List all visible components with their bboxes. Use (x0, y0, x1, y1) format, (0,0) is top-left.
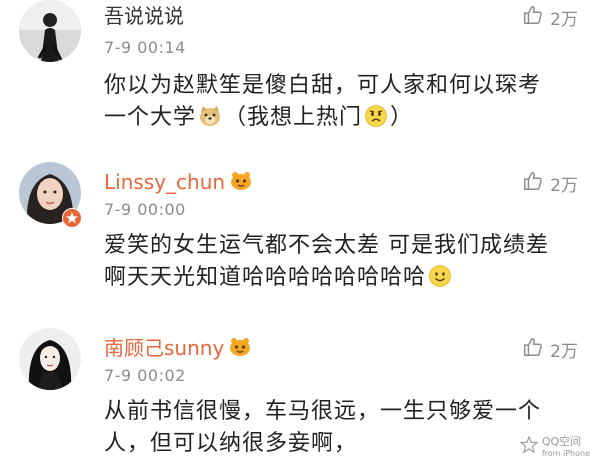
member-crown-icon (229, 171, 253, 191)
comment-text: 从前书信很慢，车马很远，一生只够爱一个 人，但可以纳很多妾啊， (104, 396, 574, 460)
comment-line: 啊天天光知道哈哈哈哈哈哈哈哈 (104, 262, 574, 294)
username[interactable]: Linssy_chun (104, 170, 253, 194)
star-logo-icon (519, 435, 539, 458)
timestamp: 7-9 00:00 (104, 200, 186, 219)
qzone-watermark: QQ空间 from iPhone (519, 430, 590, 458)
like-count: 2万 (550, 342, 578, 362)
comment-item: Linssy_chun 7-9 00:00 2万 爱笑的女生运气都不会太差 可是… (0, 158, 600, 308)
comment-text: 爱笑的女生运气都不会太差 可是我们成绩差 啊天天光知道哈哈哈哈哈哈哈哈 (104, 230, 574, 294)
doge-emoji-icon (198, 104, 222, 128)
like-button[interactable]: 2万 (522, 170, 578, 197)
username-text: Linssy_chun (104, 170, 226, 194)
comment-text-part: ） (390, 105, 414, 130)
comment-item: 南顾己sunny 7-9 00:02 2万 从前书信很慢，车马很远，一生只够爱一… (0, 324, 600, 466)
thumbs-up-icon (522, 336, 544, 363)
comment-text-part: 啊天天光知道哈哈哈哈哈哈哈哈 (104, 265, 427, 290)
comment-line: 人，但可以纳很多妾啊， (104, 431, 358, 456)
sad-face-emoji-icon (364, 104, 388, 128)
comment-text: 你以为赵默笙是傻白甜，可人家和何以琛考 一个大学 （我想上热门 ） (104, 70, 574, 134)
like-count: 2万 (550, 10, 578, 30)
timestamp: 7-9 00:02 (104, 366, 186, 385)
comment-line: 爱笑的女生运气都不会太差 可是我们成绩差 (104, 233, 549, 258)
comment-text-part: 一个大学 (104, 105, 197, 130)
like-count: 2万 (550, 176, 578, 196)
avatar[interactable] (19, 0, 81, 62)
watermark-subtitle: from iPhone (541, 449, 590, 458)
username-text: 南顾己sunny (104, 336, 225, 360)
like-button[interactable]: 2万 (522, 4, 578, 31)
vip-badge-icon (62, 208, 82, 228)
username[interactable]: 南顾己sunny (104, 336, 252, 360)
username[interactable]: 吾说说说 (104, 4, 184, 28)
comment-item: 吾说说说 7-9 00:14 2万 你以为赵默笙是傻白甜，可人家和何以琛考 一个… (0, 0, 600, 140)
like-button[interactable]: 2万 (522, 336, 578, 363)
timestamp: 7-9 00:14 (104, 38, 186, 57)
thumbs-up-icon (522, 4, 544, 31)
watermark-title: QQ空间 (541, 435, 582, 448)
comment-line: 从前书信很慢，车马很远，一生只够爱一个 (104, 399, 542, 424)
member-crown-icon (228, 337, 252, 357)
smile-emoji-icon (428, 264, 452, 288)
avatar[interactable] (19, 328, 81, 390)
thumbs-up-icon (522, 170, 544, 197)
comment-text-part: （我想上热门 (224, 105, 363, 130)
comment-line: 你以为赵默笙是傻白甜，可人家和何以琛考 (104, 73, 542, 98)
comment-line: 一个大学 （我想上热门 ） (104, 102, 574, 134)
